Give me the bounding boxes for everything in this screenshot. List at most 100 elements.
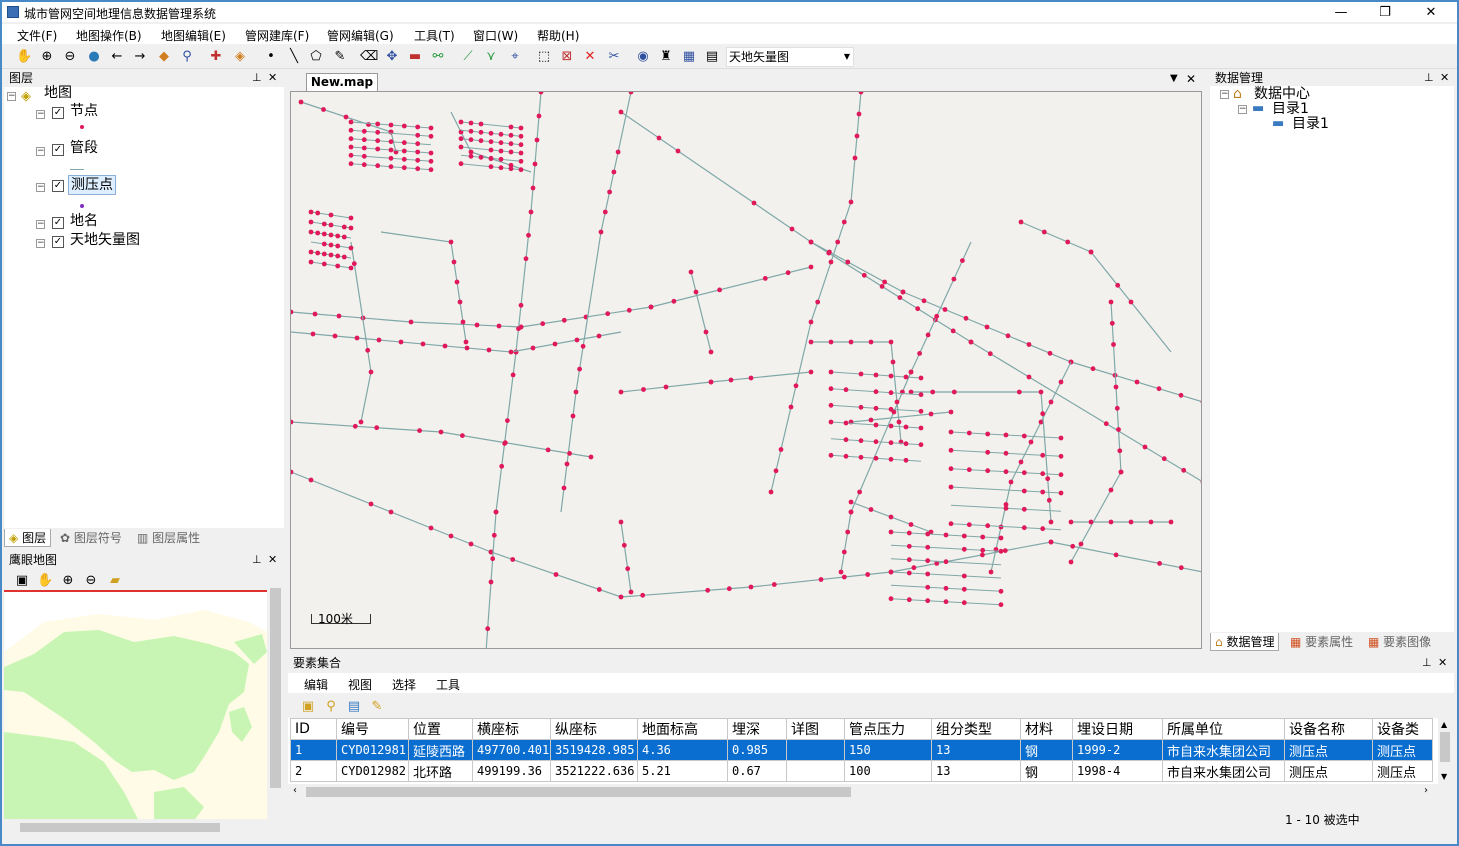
pipe-segment[interactable] xyxy=(990,361,1072,573)
pipe-segment[interactable] xyxy=(911,391,1052,523)
pipe-node[interactable] xyxy=(943,559,949,565)
pipe-node[interactable] xyxy=(460,433,465,438)
pipe-node[interactable] xyxy=(553,572,559,577)
pipe-segment[interactable] xyxy=(620,371,812,393)
pipe-node[interactable] xyxy=(873,372,879,378)
pipe-node[interactable] xyxy=(879,284,885,289)
pipe-node[interactable] xyxy=(573,389,579,395)
column-header[interactable]: 埋深 xyxy=(727,718,787,740)
pipe-node[interactable] xyxy=(321,107,326,112)
collapse-icon[interactable]: − xyxy=(36,110,45,119)
pipe-node[interactable] xyxy=(1018,459,1024,465)
pipe-node[interactable] xyxy=(818,577,824,582)
column-header[interactable]: ID xyxy=(290,718,337,740)
column-header[interactable]: 编号 xyxy=(336,718,409,740)
pipe-node[interactable] xyxy=(388,164,394,170)
pipe-node[interactable] xyxy=(961,546,967,552)
pipe-node[interactable] xyxy=(415,149,421,155)
pipe-node[interactable] xyxy=(693,289,699,295)
checkbox-pipes[interactable]: ✓ xyxy=(52,144,64,156)
pipe-node[interactable] xyxy=(534,137,540,143)
pipe-node[interactable] xyxy=(906,557,912,563)
pipe-node[interactable] xyxy=(888,529,894,535)
pipe-node[interactable] xyxy=(648,304,654,310)
chevron-left-icon[interactable]: ‹ xyxy=(293,785,297,796)
pipe-node[interactable] xyxy=(621,542,627,548)
pipe-node[interactable] xyxy=(1114,405,1120,411)
table-cell[interactable]: CYD012982 xyxy=(336,760,409,782)
tree-dir-1-child[interactable]: 目录1 xyxy=(1292,115,1329,133)
pipe-node[interactable] xyxy=(934,313,940,319)
menu-map-ops[interactable]: 地图操作(B) xyxy=(76,27,142,44)
table-cell[interactable]: 13 xyxy=(931,739,1021,761)
pipe-node[interactable] xyxy=(577,366,582,372)
layer-pressure-points[interactable]: 测压点 xyxy=(68,175,116,195)
pipe-node[interactable] xyxy=(873,439,879,445)
pipe-node[interactable] xyxy=(493,509,499,515)
column-header[interactable]: 管点压力 xyxy=(844,718,932,740)
pipe-node[interactable] xyxy=(530,185,536,191)
pipe-node[interactable] xyxy=(468,153,474,159)
pipe-node[interactable] xyxy=(348,245,354,251)
pipe-node[interactable] xyxy=(948,409,954,415)
pipe-node[interactable] xyxy=(398,339,404,345)
pipe-node[interactable] xyxy=(903,374,909,380)
pipe-segment[interactable] xyxy=(1070,301,1122,563)
pipe-node[interactable] xyxy=(1046,497,1052,503)
close-icon[interactable]: ✕ xyxy=(268,552,277,568)
pipe-node[interactable] xyxy=(1026,374,1032,380)
pipe-node[interactable] xyxy=(428,125,434,131)
pipe-node[interactable] xyxy=(415,124,421,130)
pipe-node[interactable] xyxy=(856,111,862,117)
pipe-node[interactable] xyxy=(401,148,407,154)
pipe-node[interactable] xyxy=(1021,525,1027,531)
pipe-node[interactable] xyxy=(1065,239,1071,245)
pipe-node[interactable] xyxy=(496,323,502,329)
pipe-node[interactable] xyxy=(321,231,327,237)
pipe-node[interactable] xyxy=(925,598,931,604)
pipe-node[interactable] xyxy=(408,319,414,325)
basemap-select[interactable]: 天地矢量图 ▼ xyxy=(726,47,854,67)
pipe-node[interactable] xyxy=(454,279,460,285)
pipe-segment[interactable] xyxy=(300,101,397,153)
pipe-node[interactable] xyxy=(428,167,434,173)
pipe-node[interactable] xyxy=(925,544,931,550)
pipe-node[interactable] xyxy=(336,313,342,319)
pipe-node[interactable] xyxy=(415,157,421,163)
table-cell[interactable]: 测压点 xyxy=(1372,739,1433,761)
pipe-node[interactable] xyxy=(808,239,814,245)
pipe-node[interactable] xyxy=(861,272,867,278)
pipe-node[interactable] xyxy=(315,210,321,216)
pipe-node[interactable] xyxy=(728,377,734,383)
pipe-node[interactable] xyxy=(1048,539,1054,545)
pipe-node[interactable] xyxy=(828,402,834,408)
pipe-node[interactable] xyxy=(420,341,426,347)
table-cell[interactable]: 市自来水集团公司 xyxy=(1162,739,1285,761)
layer-pipes[interactable]: 管段 xyxy=(70,139,98,157)
pipe-node[interactable] xyxy=(468,120,474,126)
menu-file[interactable]: 文件(F) xyxy=(17,27,57,44)
pan-hand-icon[interactable]: ✋ xyxy=(16,49,32,65)
collapse-icon[interactable]: − xyxy=(36,147,45,156)
pipe-node[interactable] xyxy=(843,420,849,426)
pipe-segment[interactable] xyxy=(291,331,622,353)
pipe-node[interactable] xyxy=(442,343,448,349)
chevron-down-icon[interactable]: ▼ xyxy=(1170,73,1178,84)
pipe-node[interactable] xyxy=(308,477,314,483)
pipe-node[interactable] xyxy=(401,156,407,162)
close-icon[interactable]: ✕ xyxy=(268,70,277,86)
pipe-node[interactable] xyxy=(375,121,381,127)
pipe-node[interactable] xyxy=(510,372,516,378)
table-cell[interactable]: 钢 xyxy=(1020,760,1073,782)
pipe-node[interactable] xyxy=(705,587,711,593)
pipe-node[interactable] xyxy=(415,141,421,147)
pipe-node[interactable] xyxy=(348,127,354,133)
pipe-node[interactable] xyxy=(478,154,484,160)
search-icon[interactable]: ⚲ xyxy=(323,699,339,715)
chevron-right-icon[interactable]: › xyxy=(1424,785,1428,796)
binoculars-icon[interactable]: ♜ xyxy=(658,49,674,65)
pipe-node[interactable] xyxy=(894,399,900,405)
pipe-node[interactable] xyxy=(918,442,924,448)
tab-feature-attributes[interactable]: ▦ 要素属性 xyxy=(1286,633,1357,651)
table-cell[interactable]: 3519428.985 xyxy=(550,739,638,761)
